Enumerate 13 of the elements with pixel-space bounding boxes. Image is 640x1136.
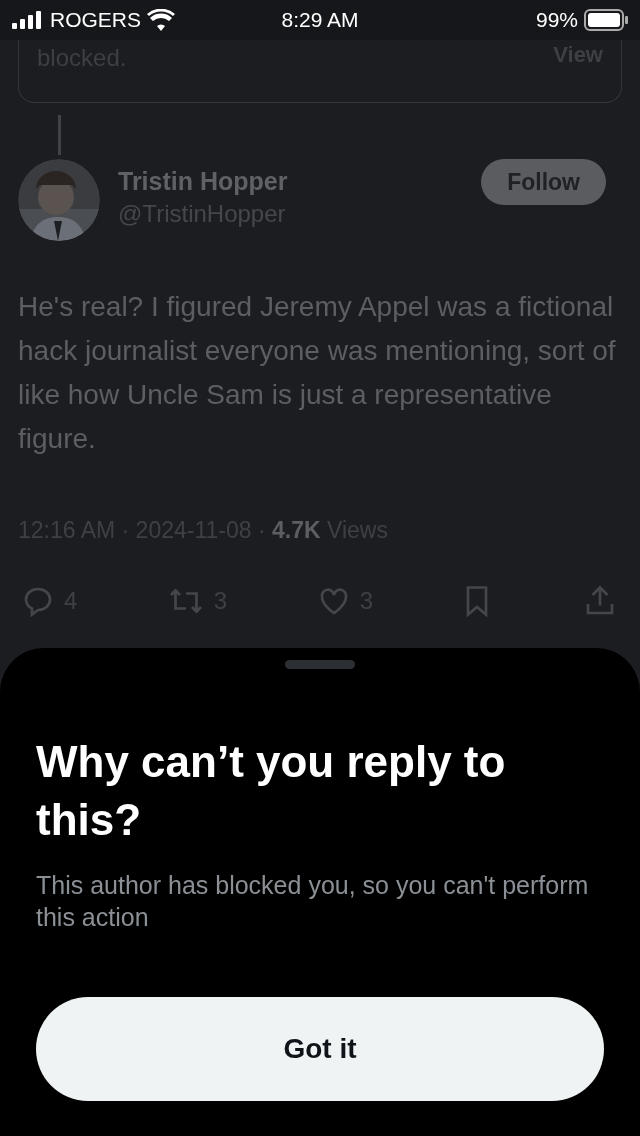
sheet-title: Why can’t you reply to this? xyxy=(36,736,507,846)
tweet-text: He's real? I figured Jeremy Appel was a fictional hack journalist everyone was mentioning, sort of like how Uncle Sam is just a representative figure. xyxy=(17,290,617,456)
battery-percent: 99% xyxy=(535,8,578,32)
drag-handle[interactable] xyxy=(285,660,355,669)
follow-button[interactable]: Follow xyxy=(481,159,606,205)
got-it-button[interactable]: Got it xyxy=(36,997,604,1101)
sheet-message: This author has blocked you, so you can't perform this action xyxy=(36,870,590,933)
wifi-icon xyxy=(147,9,175,31)
clock-time: 8:29 AM xyxy=(281,8,359,32)
carrier-name: ROGERS xyxy=(50,8,141,32)
battery-icon xyxy=(584,9,628,31)
author-name[interactable]: Tristin Hopper xyxy=(118,167,482,196)
signal-icon xyxy=(12,11,44,29)
